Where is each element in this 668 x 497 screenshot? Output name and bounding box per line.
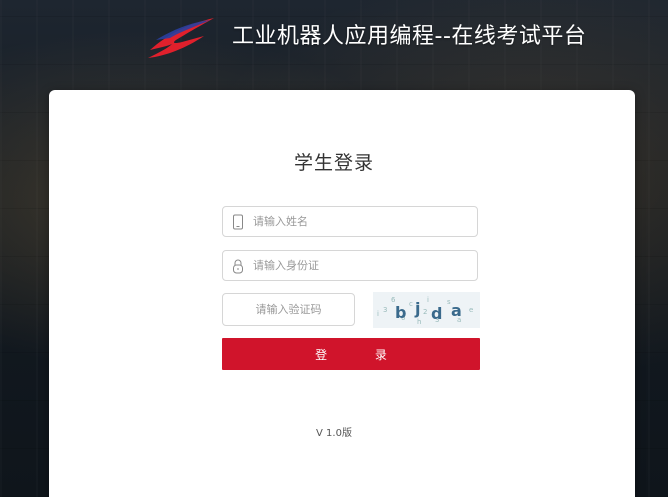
brand-logo-icon [148, 18, 214, 58]
captcha-image[interactable]: i 36 0ch i3s ae2 bjda [373, 292, 480, 328]
phone-icon [233, 214, 243, 230]
svg-text:i: i [427, 296, 429, 304]
login-button[interactable]: 登 录 [222, 338, 480, 370]
version-label: V 1.0版 [316, 428, 352, 439]
name-input[interactable] [253, 207, 473, 236]
svg-text:e: e [469, 306, 473, 314]
lock-icon [233, 259, 243, 274]
captcha-field[interactable] [222, 293, 355, 326]
id-field[interactable] [222, 250, 478, 281]
svg-text:c: c [409, 300, 413, 308]
svg-text:3: 3 [383, 306, 387, 314]
svg-text:h: h [417, 318, 421, 326]
svg-text:i: i [377, 310, 379, 318]
name-field[interactable] [222, 206, 478, 237]
captcha-input[interactable] [223, 294, 354, 325]
svg-text:2: 2 [423, 308, 427, 316]
id-number-input[interactable] [253, 251, 473, 280]
header: 工业机器人应用编程--在线考试平台 [0, 0, 668, 70]
site-title: 工业机器人应用编程--在线考试平台 [232, 24, 587, 49]
login-heading: 学生登录 [293, 152, 374, 174]
